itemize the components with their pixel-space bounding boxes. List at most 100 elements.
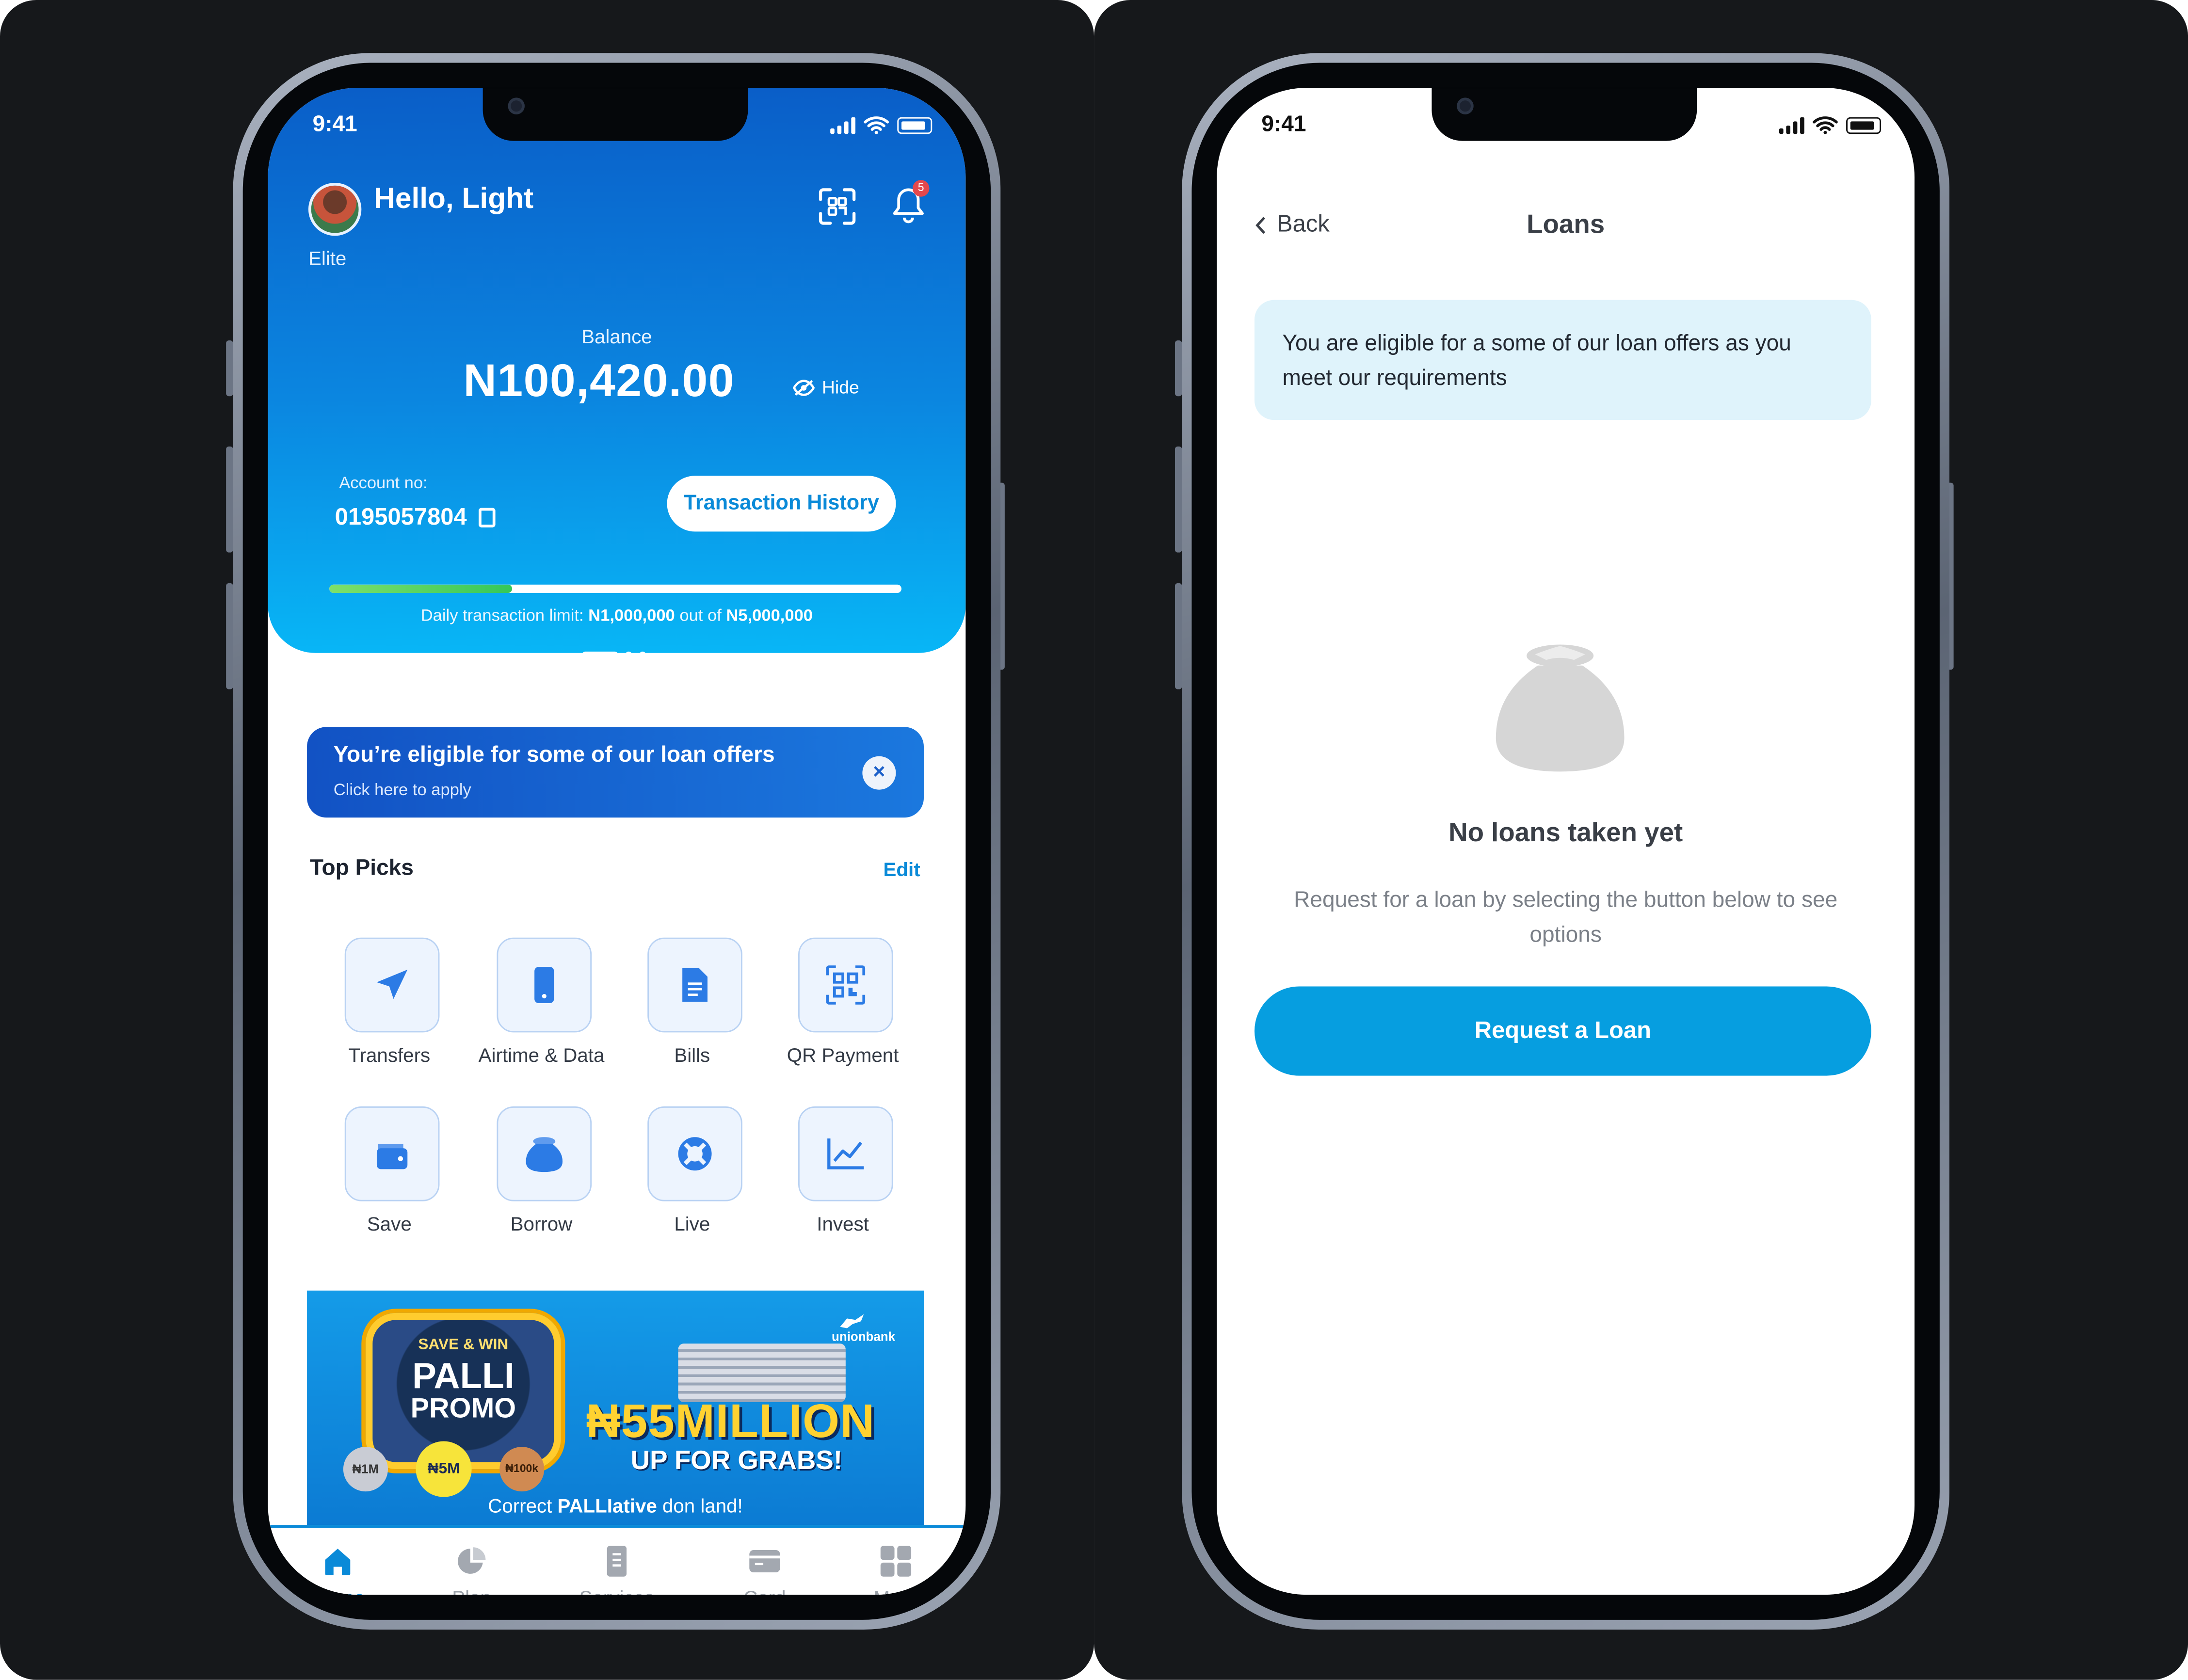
balance-amount: N100,420.00 [463, 354, 735, 406]
limit-prefix: Daily transaction limit: [420, 605, 584, 625]
top-picks-title: Top Picks [309, 856, 414, 880]
tile-label: Airtime & Data [478, 1043, 605, 1066]
tile-transfers[interactable]: Transfers [313, 937, 467, 1105]
limit-progress-bar [329, 584, 901, 593]
loan-banner-subtitle: Click here to apply [333, 780, 471, 800]
tile-airtime-data[interactable]: Airtime & Data [465, 937, 618, 1105]
loans-panel: Back Loans You are eligible for a some o… [1094, 0, 2188, 1680]
bottom-tab-bar: Home Plan Services Card [268, 1525, 966, 1595]
home-screen: Hello, Light Elite 5 Balance N100,420.00… [268, 88, 966, 1595]
avatar[interactable] [308, 182, 362, 236]
tile-label: Borrow [510, 1212, 573, 1235]
tile-qr-payment[interactable]: QR Payment [766, 937, 920, 1105]
horse-logo-icon [840, 1314, 864, 1328]
volume-down-button [1174, 583, 1182, 689]
tab-label: Services [554, 1586, 679, 1595]
status-time: 9:41 [1261, 113, 1306, 137]
tile-bills[interactable]: Bills [615, 937, 769, 1105]
balance-card: Hello, Light Elite 5 Balance N100,420.00… [268, 88, 966, 659]
tile-icon-box [647, 1106, 742, 1201]
qr-code-icon [826, 965, 866, 1005]
promo-caption-prefix: Correct [488, 1494, 552, 1517]
chart-icon [827, 1138, 864, 1169]
coin-silver: ₦1M [343, 1447, 388, 1492]
tab-label: More [833, 1586, 959, 1595]
phone-bezel: Back Loans You are eligible for a some o… [1191, 63, 1940, 1620]
carousel-indicator[interactable] [581, 651, 646, 659]
tile-label: Live [674, 1212, 710, 1235]
promo-line1: SAVE & WIN [418, 1336, 509, 1354]
tier-label: Elite [308, 247, 347, 270]
promo-caption-suffix: don land! [662, 1494, 743, 1517]
loan-offer-banner[interactable]: You’re eligible for some of our loan off… [307, 727, 924, 818]
phone-icon [534, 967, 554, 1003]
battery-icon [1846, 117, 1882, 134]
promo-headline: ₦55MILLION [586, 1395, 875, 1448]
account-number: 0195057804 [335, 503, 467, 530]
mute-switch [1174, 340, 1182, 397]
hide-balance-button[interactable]: Hide [792, 377, 859, 398]
account-number-row: 0195057804 [335, 504, 495, 532]
promo-banner[interactable]: unionbank SAVE & WIN PALLI PROMO ₦1M ₦5M… [307, 1290, 924, 1525]
volume-down-button [226, 583, 233, 689]
promo-subheadline: UP FOR GRABS! [630, 1447, 843, 1476]
eye-off-icon [792, 379, 815, 396]
scan-icon[interactable] [818, 187, 857, 226]
hide-label: Hide [821, 376, 859, 398]
tile-icon-box [344, 937, 440, 1033]
coin-gold: ₦5M [416, 1441, 472, 1497]
phone-frame: Hello, Light Elite 5 Balance N100,420.00… [233, 53, 1001, 1630]
daily-limit-text: Daily transaction limit: N1,000,000 out … [268, 606, 965, 625]
tile-label: Save [367, 1212, 412, 1235]
empty-state-title: No loans taken yet [1448, 819, 1683, 848]
carousel-dot[interactable] [581, 651, 618, 659]
grid-icon [880, 1546, 912, 1577]
tab-more[interactable]: More [833, 1528, 959, 1595]
volume-up-button [1174, 446, 1182, 553]
wifi-icon [1813, 116, 1838, 134]
wifi-icon [864, 116, 889, 134]
close-icon[interactable]: × [862, 756, 896, 790]
send-icon [376, 969, 408, 999]
status-bar: 9:41 [1217, 108, 1914, 149]
top-picks-edit-link[interactable]: Edit [884, 858, 920, 880]
promo-brand: unionbank [832, 1329, 895, 1344]
limit-middle: out of [679, 605, 722, 625]
home-icon [325, 1549, 351, 1575]
phone-frame: Back Loans You are eligible for a some o… [1182, 53, 1950, 1630]
tab-home[interactable]: Home [275, 1528, 401, 1595]
document-icon [682, 968, 708, 1002]
lifebuoy-icon [678, 1137, 712, 1171]
tile-borrow[interactable]: Borrow [465, 1106, 618, 1274]
copy-icon[interactable] [478, 508, 495, 528]
balance-label: Balance [581, 325, 652, 348]
signal-icon [1779, 117, 1804, 134]
tile-save[interactable]: Save [313, 1106, 467, 1274]
signal-icon [830, 117, 855, 134]
tile-live[interactable]: Live [615, 1106, 769, 1274]
tile-invest[interactable]: Invest [766, 1106, 920, 1274]
status-icons [830, 116, 933, 134]
tile-icon-box [798, 937, 893, 1033]
page-title: Loans [1527, 210, 1605, 240]
carousel-dot[interactable] [625, 651, 632, 659]
tab-card[interactable]: Card [702, 1528, 827, 1595]
battery-icon [897, 117, 933, 134]
top-picks-grid: Transfers Airtime & Data Bills QR Paymen… [309, 902, 924, 1274]
transaction-history-button[interactable]: Transaction History [667, 476, 896, 532]
tile-label: QR Payment [787, 1043, 899, 1066]
tile-icon-box [798, 1106, 893, 1201]
status-bar: 9:41 [268, 108, 965, 149]
carousel-dot[interactable] [639, 651, 646, 659]
tab-label: Plan [409, 1586, 534, 1595]
tab-plan[interactable]: Plan [409, 1528, 534, 1595]
request-loan-button[interactable]: Request a Loan [1254, 986, 1871, 1076]
promo-line2: PALLI [412, 1355, 515, 1397]
mute-switch [226, 340, 233, 397]
tile-label: Transfers [348, 1043, 431, 1066]
pie-chart-icon [458, 1547, 486, 1574]
tab-services[interactable]: Services [554, 1528, 679, 1595]
tab-label: Card [702, 1586, 827, 1595]
notification-badge: 5 [912, 180, 930, 197]
phone-bezel: Hello, Light Elite 5 Balance N100,420.00… [242, 63, 991, 1620]
